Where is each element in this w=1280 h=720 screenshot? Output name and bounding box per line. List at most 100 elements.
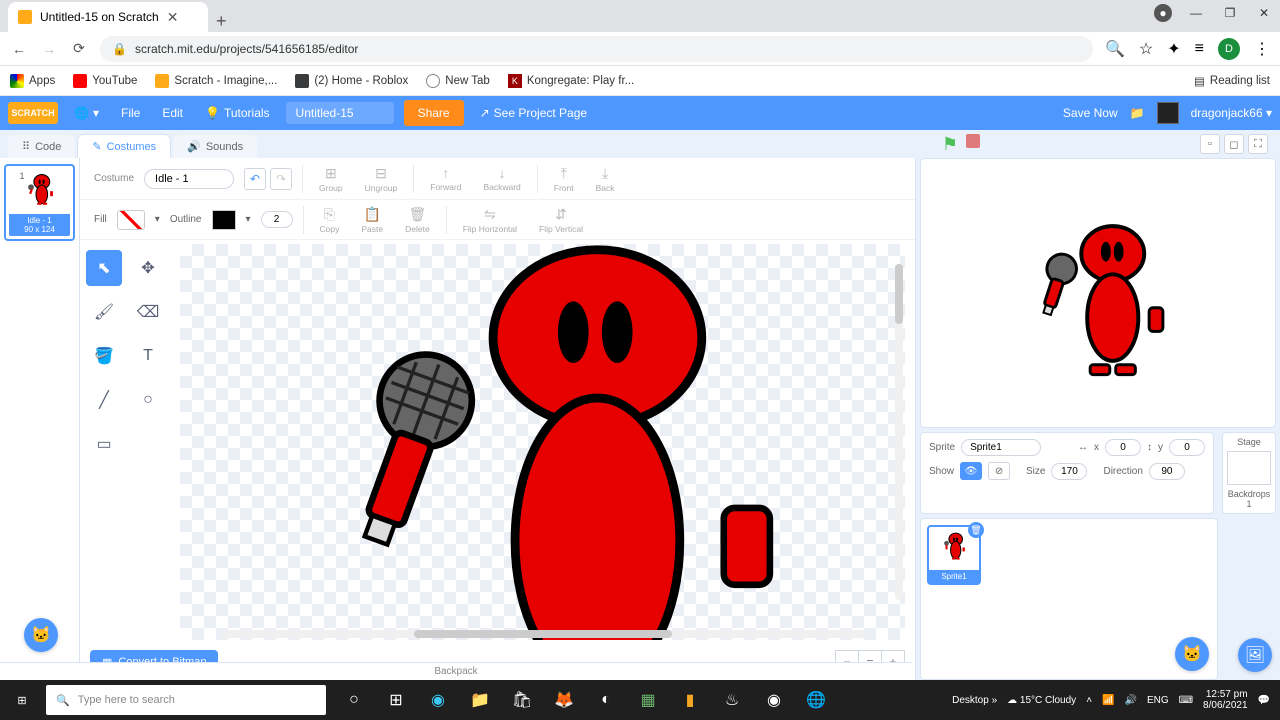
select-tool[interactable]: ⬉	[86, 250, 122, 286]
taskbar-search[interactable]: 🔍 Type here to search	[46, 685, 326, 715]
reshape-tool[interactable]: ✥	[130, 250, 166, 286]
roblox-bookmark[interactable]: (2) Home - Roblox	[295, 74, 408, 88]
sprite-name-input[interactable]	[961, 439, 1041, 456]
weather-widget[interactable]: ☁ 15°C Cloudy	[1007, 695, 1076, 706]
add-backdrop-button[interactable]: 🖼	[1238, 638, 1272, 672]
close-window-icon[interactable]: ✕	[1254, 6, 1274, 20]
maximize-icon[interactable]: ❐	[1220, 6, 1240, 20]
clock[interactable]: 12:57 pm 8/06/2021	[1203, 689, 1248, 711]
back-button[interactable]: ⤓Back	[590, 165, 621, 193]
profile-avatar[interactable]: D	[1218, 38, 1240, 60]
tab-code[interactable]: ⠿Code	[8, 135, 75, 158]
save-now[interactable]: Save Now	[1063, 106, 1118, 120]
group-button[interactable]: ⊞Group	[313, 165, 349, 193]
reading-list-button[interactable]: ▤Reading list	[1194, 74, 1270, 88]
x-input[interactable]	[1105, 439, 1141, 456]
circle-tool[interactable]: ○	[130, 382, 166, 418]
youtube-bookmark[interactable]: YouTube	[73, 74, 137, 88]
small-stage-icon[interactable]: ▫	[1200, 134, 1220, 154]
close-tab-icon[interactable]: ✕	[167, 9, 179, 26]
desktop-toolbar[interactable]: Desktop »	[952, 695, 997, 706]
backward-button[interactable]: ↓Backward	[477, 165, 526, 192]
app-icon-3[interactable]: ♨	[712, 680, 752, 720]
language-button[interactable]: 🌐▾	[68, 102, 105, 124]
stop-icon[interactable]	[966, 134, 980, 148]
language-indicator[interactable]: ENG	[1147, 695, 1169, 706]
bookmark-star-icon[interactable]: ☆	[1139, 39, 1153, 59]
undo-button[interactable]: ↶	[244, 168, 266, 190]
delete-button[interactable]: 🗑Delete	[399, 206, 436, 234]
scratch-logo[interactable]: SCRATCH	[8, 102, 58, 124]
edit-menu[interactable]: Edit	[156, 102, 189, 124]
explorer-icon[interactable]: 📁	[460, 680, 500, 720]
back-icon[interactable]: ←	[10, 41, 28, 57]
flip-h-button[interactable]: ⇋Flip Horizontal	[457, 206, 523, 234]
taskview-icon[interactable]: ⊞	[376, 680, 416, 720]
new-tab-button[interactable]: +	[208, 11, 235, 32]
paste-button[interactable]: 📋Paste	[355, 206, 389, 234]
forward-icon[interactable]: →	[40, 41, 58, 57]
stage-selector[interactable]: Stage Backdrops 1	[1222, 432, 1276, 514]
line-tool[interactable]: ╱	[86, 382, 122, 418]
add-sprite-button[interactable]: 🐱	[1175, 637, 1209, 671]
show-button[interactable]: 👁	[960, 462, 982, 480]
volume-icon[interactable]: 🔊	[1124, 695, 1136, 706]
eraser-tool[interactable]: ⌫	[130, 294, 166, 330]
flip-v-button[interactable]: ⇵Flip Vertical	[533, 206, 589, 234]
kong-bookmark[interactable]: KKongregate: Play fr...	[508, 74, 634, 88]
tab-costumes[interactable]: ✎Costumes	[77, 134, 171, 158]
minimize-icon[interactable]: —	[1186, 6, 1206, 20]
tutorials-button[interactable]: 💡Tutorials	[199, 102, 276, 124]
canvas-horizontal-scrollbar[interactable]	[220, 630, 865, 638]
extensions-icon[interactable]: ✦	[1167, 39, 1180, 59]
app-icon-1[interactable]: ▦	[628, 680, 668, 720]
hide-button[interactable]: ⊘	[988, 462, 1010, 480]
apps-bookmark[interactable]: Apps	[10, 74, 55, 88]
costume-thumb[interactable]: 1 Idle - 1 90 x 124	[4, 164, 75, 241]
obs-icon[interactable]: ◐	[586, 680, 626, 720]
size-input[interactable]	[1051, 463, 1087, 480]
mystuff-icon[interactable]: 📁	[1130, 106, 1145, 120]
project-name-input[interactable]: Untitled-15	[286, 102, 394, 124]
ungroup-button[interactable]: ⊟Ungroup	[359, 165, 404, 193]
scratch-bookmark[interactable]: Scratch - Imagine,...	[155, 74, 277, 88]
outline-swatch[interactable]	[212, 210, 236, 230]
username[interactable]: dragonjack66 ▾	[1191, 106, 1272, 120]
large-stage-icon[interactable]: ◻	[1224, 134, 1244, 154]
network-icon[interactable]: 📶	[1102, 695, 1114, 706]
redo-button[interactable]: ↷	[270, 168, 292, 190]
rect-tool[interactable]: ▭	[86, 426, 122, 462]
add-costume-button[interactable]: 🐱	[24, 618, 58, 652]
see-project-page[interactable]: ↗See Project Page	[474, 102, 593, 124]
delete-sprite-icon[interactable]: 🗑	[968, 522, 984, 538]
start-button[interactable]: ⊞	[0, 680, 44, 720]
user-avatar[interactable]	[1157, 102, 1179, 124]
costume-name-input[interactable]	[144, 169, 234, 189]
forward-button[interactable]: ↑Forward	[424, 165, 467, 192]
firefox-icon[interactable]: 🦊	[544, 680, 584, 720]
page-zoom-icon[interactable]: 🔍	[1105, 39, 1125, 59]
steam-icon[interactable]: ◉	[754, 680, 794, 720]
file-menu[interactable]: File	[115, 102, 146, 124]
incognito-icon[interactable]: ●	[1154, 4, 1172, 22]
menu-icon[interactable]: ⋮	[1254, 39, 1270, 59]
notifications-icon[interactable]: 💬	[1258, 695, 1270, 706]
newtab-bookmark[interactable]: New Tab	[426, 74, 490, 88]
backpack-bar[interactable]: Backpack	[0, 662, 912, 680]
direction-input[interactable]	[1149, 463, 1185, 480]
store-icon[interactable]: 🛍	[502, 680, 542, 720]
tab-sounds[interactable]: 🔊Sounds	[173, 135, 257, 158]
browser-tab[interactable]: Untitled-15 on Scratch ✕	[8, 2, 208, 32]
outline-width-input[interactable]	[261, 211, 293, 228]
ime-icon[interactable]: ⌨	[1179, 695, 1193, 706]
front-button[interactable]: ⤒Front	[548, 165, 580, 193]
green-flag-icon[interactable]: ⚑	[942, 134, 958, 155]
app-icon-2[interactable]: ▮	[670, 680, 710, 720]
stage-preview[interactable]	[920, 158, 1276, 428]
text-tool[interactable]: T	[130, 338, 166, 374]
fill-swatch[interactable]	[117, 210, 145, 230]
fullscreen-icon[interactable]: ⛶	[1248, 134, 1268, 154]
reading-list-icon[interactable]: ≡	[1195, 40, 1204, 58]
copy-button[interactable]: ⎘Copy	[314, 206, 346, 234]
y-input[interactable]	[1169, 439, 1205, 456]
